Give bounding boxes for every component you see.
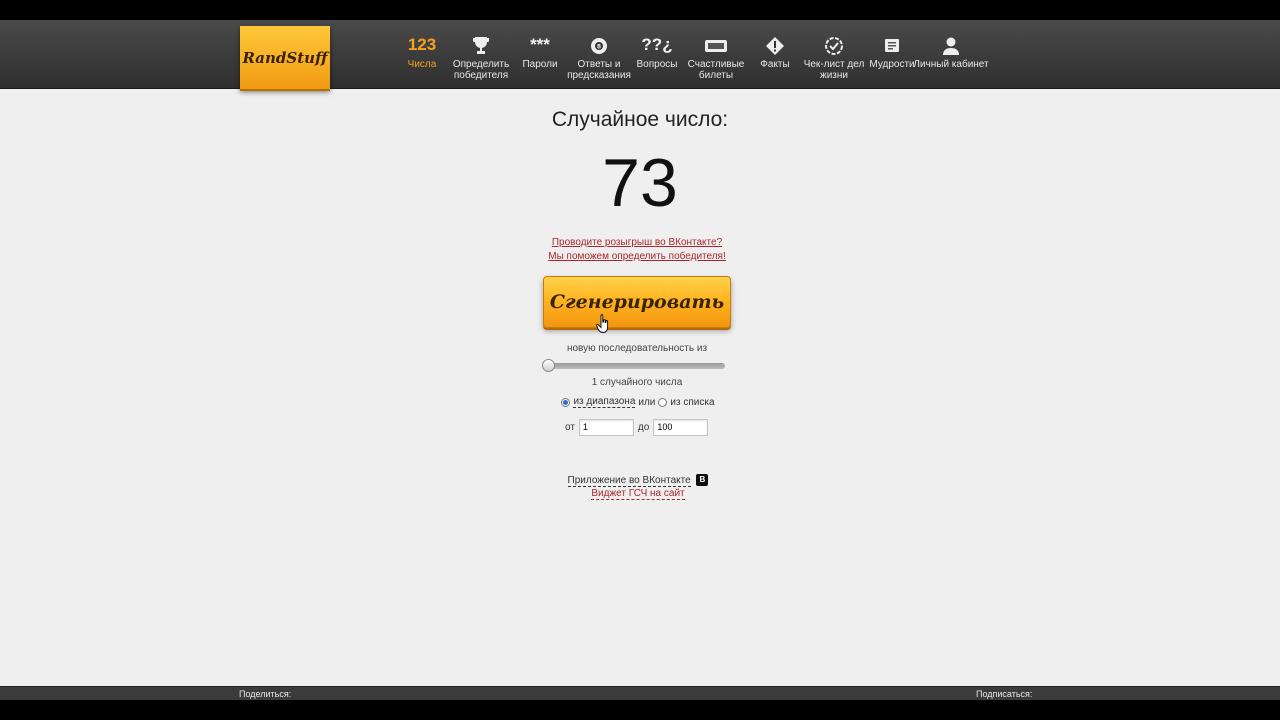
- nav-label: Факты: [760, 59, 790, 70]
- radio-list[interactable]: [658, 397, 668, 407]
- bottom-black-bar: [0, 700, 1280, 720]
- count-slider-track[interactable]: [543, 363, 725, 369]
- promo-line-1[interactable]: Проводите розыгрыш во ВКонтакте?: [0, 237, 1274, 248]
- widget-row: Виджет ГСЧ на сайт: [0, 488, 1276, 500]
- nav-label: Личный кабинет: [913, 59, 989, 70]
- site-header: RandStuff 123 Числа Определить победител…: [0, 20, 1280, 89]
- vk-raffle-link[interactable]: Проводите розыгрыш во ВКонтакте?: [552, 237, 722, 248]
- vk-icon[interactable]: В: [696, 474, 709, 486]
- share-label: Поделиться:: [239, 689, 292, 699]
- count-slider-handle[interactable]: [542, 359, 555, 372]
- nav-label: Вопросы: [636, 59, 678, 70]
- top-black-bar: [0, 0, 1280, 20]
- nav-label: Мудрости: [869, 59, 915, 70]
- generate-button[interactable]: Сгенерировать: [543, 276, 731, 328]
- to-input[interactable]: [653, 418, 709, 436]
- promo-line-2[interactable]: Мы поможем определить победителя!: [0, 251, 1274, 262]
- user-icon: [912, 34, 990, 56]
- random-number-result: 73: [602, 145, 678, 221]
- radio-range-label[interactable]: из диапазона: [573, 396, 636, 408]
- winner-help-link[interactable]: Мы поможем определить победителя!: [548, 251, 726, 262]
- hand-cursor-icon: [596, 314, 609, 333]
- sequence-label: новую последовательность из: [566, 343, 708, 354]
- nav-item-account[interactable]: Личный кабинет: [912, 34, 990, 70]
- page-title: Случайное число:: [551, 108, 729, 131]
- count-label: 1 случайного числа: [591, 377, 683, 388]
- source-selector: из диапазона или из списка: [0, 396, 1276, 408]
- range-inputs: от до: [565, 418, 709, 436]
- from-label: от: [565, 421, 575, 433]
- nav-label: Числа: [407, 59, 437, 70]
- vk-app-row: Приложение во ВКонтакте В: [0, 474, 1276, 487]
- site-footer: Поделиться: Подписаться:: [0, 686, 1280, 701]
- or-text: или: [638, 396, 656, 408]
- nav-label: Пароли: [522, 59, 558, 70]
- svg-text:8: 8: [597, 43, 601, 50]
- subscribe-label: Подписаться:: [976, 689, 1033, 699]
- to-label: до: [637, 421, 650, 433]
- from-input[interactable]: [578, 418, 634, 436]
- main-nav: 123 Числа Определить победителя *** Паро…: [0, 34, 1280, 94]
- widget-link[interactable]: Виджет ГСЧ на сайт: [591, 488, 685, 500]
- radio-range[interactable]: [561, 397, 571, 407]
- radio-list-label[interactable]: из списка: [670, 397, 714, 408]
- vk-app-link[interactable]: Приложение во ВКонтакте: [567, 474, 691, 487]
